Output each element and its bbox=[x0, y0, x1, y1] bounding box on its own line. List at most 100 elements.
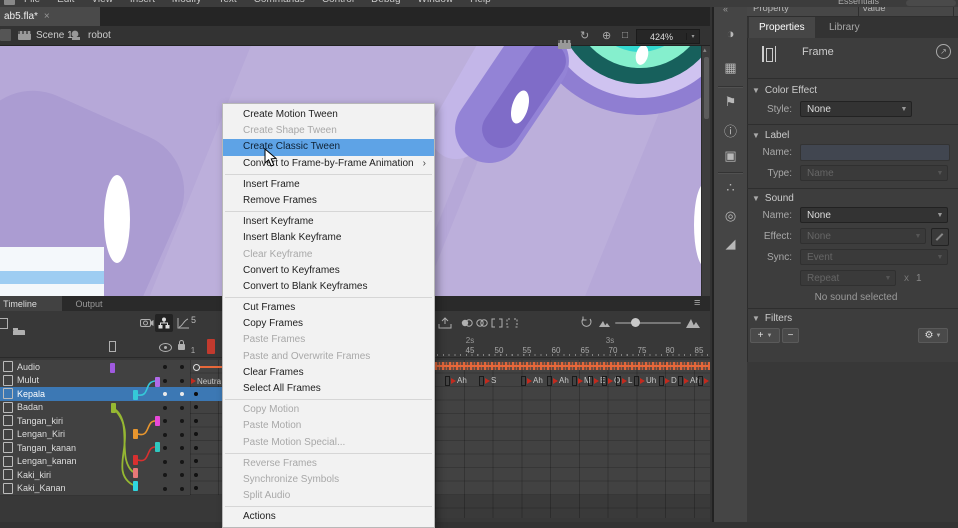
frames-sliver[interactable]: Neutral bbox=[190, 360, 222, 495]
menu-item-remove-frames[interactable]: Remove Frames bbox=[223, 193, 434, 209]
menu-item-create-classic-tween[interactable]: Create Classic Tween bbox=[223, 139, 434, 155]
layer-row-tangan-kiri[interactable]: Tangan_kiri bbox=[0, 414, 190, 429]
stage-outline-icon[interactable]: □ bbox=[622, 30, 628, 41]
menu-insert[interactable]: Insert bbox=[130, 0, 155, 5]
color-panel-icon[interactable]: ◑ bbox=[714, 26, 747, 41]
breadcrumb-scene[interactable]: Scene 1 bbox=[36, 30, 73, 41]
scene-clapper-icon bbox=[18, 31, 31, 40]
camera-icon[interactable] bbox=[140, 318, 154, 328]
scrollbar-thumb[interactable] bbox=[704, 57, 709, 119]
menu-modify[interactable]: Modify bbox=[172, 0, 201, 5]
onion-skin-icon[interactable] bbox=[461, 318, 473, 328]
label-name-input[interactable] bbox=[800, 144, 950, 161]
layer-row-mulut[interactable]: Mulut bbox=[0, 374, 190, 389]
rotation-tool-icon[interactable]: ↻ bbox=[580, 29, 589, 42]
menu-edit[interactable]: Edit bbox=[57, 0, 74, 5]
transform-panel-icon[interactable]: ▣ bbox=[714, 148, 747, 164]
lock-icon[interactable] bbox=[178, 344, 185, 350]
menu-text[interactable]: Text bbox=[218, 0, 236, 5]
layer-row-lengan-kanan[interactable]: Lengan_kanan bbox=[0, 455, 190, 470]
section-label[interactable]: ▼Label bbox=[752, 130, 789, 141]
zoom-level-dropdown[interactable]: 424% ▾ bbox=[636, 29, 700, 44]
layer-row-lengan-kiri[interactable]: Lengan_Kiri bbox=[0, 428, 190, 443]
style-dropdown[interactable]: None▼ bbox=[800, 101, 912, 117]
layer-parenting-view-button[interactable] bbox=[155, 314, 173, 332]
clip-content-icon[interactable] bbox=[558, 40, 571, 49]
sound-effect-label: Effect: bbox=[746, 231, 792, 242]
convert-help-icon[interactable]: ↗ bbox=[936, 44, 951, 59]
center-stage-icon[interactable]: ⊕ bbox=[602, 29, 611, 42]
menu-item-convert-to-keyframes[interactable]: Convert to Keyframes bbox=[223, 263, 434, 279]
menu-item-select-all-frames[interactable]: Select All Frames bbox=[223, 381, 434, 397]
tab-library[interactable]: Library bbox=[819, 16, 870, 38]
scroll-up-icon[interactable]: ▴ bbox=[703, 46, 707, 54]
outline-column-icon[interactable] bbox=[109, 341, 116, 352]
timeline-panel-menu-icon[interactable]: ≡ bbox=[694, 297, 700, 309]
tab-output[interactable]: Output bbox=[64, 296, 114, 311]
layer-row-kaki-kiri[interactable]: Kaki_kiri bbox=[0, 468, 190, 483]
layer-row-badan[interactable]: Badan bbox=[0, 401, 190, 416]
sound-name-dropdown[interactable]: None▼ bbox=[800, 207, 948, 223]
layer-row-kepala[interactable]: Kepala bbox=[0, 387, 190, 402]
section-filters[interactable]: ▼Filters bbox=[752, 313, 792, 324]
frame-size-slider-knob[interactable] bbox=[631, 318, 640, 327]
playhead[interactable] bbox=[207, 339, 215, 354]
menu-item-insert-frame[interactable]: Insert Frame bbox=[223, 177, 434, 193]
menu-item-copy-frames[interactable]: Copy Frames bbox=[223, 316, 434, 332]
frames-empty-area bbox=[435, 495, 710, 518]
menu-item-actions[interactable]: Actions bbox=[223, 509, 434, 525]
search-input[interactable] bbox=[906, 0, 956, 6]
zoom-in-frames-icon[interactable] bbox=[686, 317, 700, 328]
document-tab[interactable]: ab5.fla* × bbox=[0, 7, 100, 26]
history-panel-icon[interactable]: ∴ bbox=[714, 180, 747, 196]
layer-row-kaki-kanan[interactable]: Kaki_Kanan bbox=[0, 482, 190, 497]
layer-icon bbox=[3, 442, 13, 453]
menu-item-create-motion-tween[interactable]: Create Motion Tween bbox=[223, 107, 434, 123]
menu-item-cut-frames[interactable]: Cut Frames bbox=[223, 300, 434, 316]
menu-item-clear-frames[interactable]: Clear Frames bbox=[223, 365, 434, 381]
eye-icon[interactable] bbox=[159, 343, 172, 352]
zoom-out-frames-icon[interactable] bbox=[599, 319, 610, 327]
frames-area[interactable]: Ah S Ah Ah M E O L Uh D Ah S bbox=[435, 360, 710, 518]
menu-item-insert-keyframe[interactable]: Insert Keyframe bbox=[223, 214, 434, 230]
back-button[interactable] bbox=[0, 29, 11, 41]
motion-graph-icon[interactable]: ◢ bbox=[714, 236, 747, 252]
menu-view[interactable]: View bbox=[91, 0, 113, 5]
stage-scrollbar[interactable]: ▴ bbox=[701, 45, 710, 296]
menu-item-convert-to-blank-keyframes[interactable]: Convert to Blank Keyframes bbox=[223, 279, 434, 295]
filter-options-button[interactable]: ⚙ ▼ bbox=[918, 328, 948, 343]
menu-debug[interactable]: Debug bbox=[371, 0, 400, 5]
layer-row-audio[interactable]: Audio bbox=[0, 360, 190, 375]
menu-control[interactable]: Control bbox=[322, 0, 354, 5]
workspace-switcher[interactable]: Essentials bbox=[838, 0, 879, 6]
info-panel-icon[interactable]: ⓘ bbox=[714, 121, 747, 140]
menu-item-convert-frame-by-frame[interactable]: Convert to Frame-by-Frame Animation› bbox=[223, 156, 434, 172]
section-color-effect[interactable]: ▼Color Effect bbox=[752, 85, 817, 96]
tab-properties[interactable]: Properties bbox=[749, 16, 815, 38]
add-filter-button[interactable]: + ▼ bbox=[750, 328, 780, 343]
menu-item-reverse-frames: Reverse Frames bbox=[223, 456, 434, 472]
edit-multiple-frames-icon[interactable] bbox=[491, 318, 503, 328]
close-icon[interactable]: × bbox=[44, 11, 50, 22]
layer-row-tangan-kanan[interactable]: Tangan_kanan bbox=[0, 441, 190, 456]
menu-file[interactable]: File bbox=[24, 0, 40, 5]
menu-item-insert-blank-keyframe[interactable]: Insert Blank Keyframe bbox=[223, 230, 434, 246]
export-frames-icon[interactable] bbox=[438, 317, 452, 329]
section-sound[interactable]: ▼Sound bbox=[752, 193, 794, 204]
tab-timeline[interactable]: Timeline bbox=[0, 296, 62, 311]
modify-markers-icon[interactable] bbox=[506, 318, 518, 328]
remove-filter-button[interactable]: − bbox=[782, 328, 799, 343]
loop-playback-icon[interactable] bbox=[580, 316, 593, 329]
graph-editor-icon[interactable] bbox=[177, 317, 190, 329]
new-layer-icon[interactable] bbox=[0, 318, 8, 329]
frame-size-slider[interactable] bbox=[615, 322, 681, 324]
breadcrumb-symbol[interactable]: robot bbox=[88, 30, 111, 41]
panel-dock-strip: « ◑ ▦ ⚑ ⓘ ▣ ∴ ◎ ◢ bbox=[714, 0, 748, 522]
swatches-panel-icon[interactable]: ▦ bbox=[714, 60, 747, 76]
menu-help[interactable]: Help bbox=[470, 0, 491, 5]
menu-window[interactable]: Window bbox=[418, 0, 454, 5]
align-panel-icon[interactable]: ⚑ bbox=[714, 94, 747, 110]
menu-commands[interactable]: Commands bbox=[254, 0, 305, 5]
onion-skin-outlines-icon[interactable] bbox=[476, 318, 488, 328]
cc-libraries-icon[interactable]: ◎ bbox=[714, 208, 747, 224]
